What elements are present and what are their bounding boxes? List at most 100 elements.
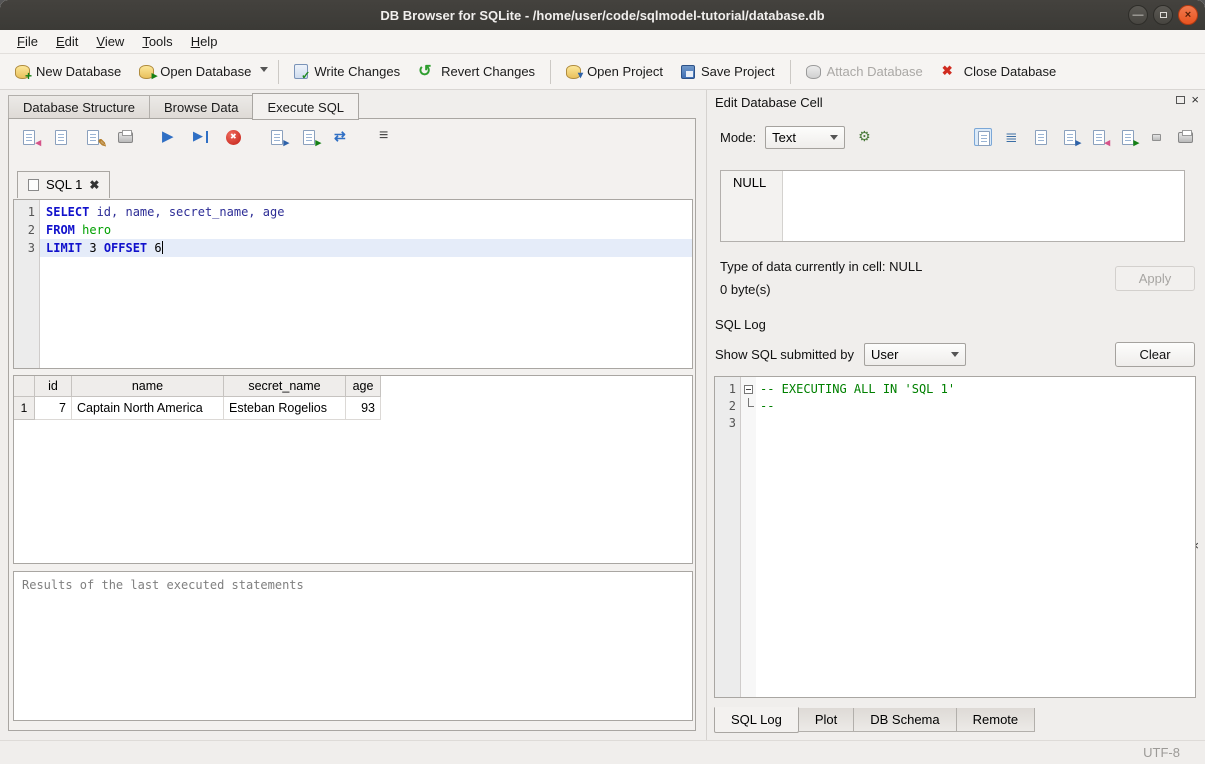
find-replace-icon[interactable]	[333, 129, 351, 146]
mode-select[interactable]: Text	[765, 126, 845, 149]
open-database-icon	[139, 65, 154, 79]
row-number: 1	[14, 397, 35, 420]
revert-changes-button[interactable]: Revert Changes	[409, 59, 544, 85]
cell-id[interactable]: 7	[35, 397, 72, 420]
edit-cell-title: Edit Database Cell	[715, 95, 823, 110]
fold-marker-icon[interactable]	[744, 385, 753, 394]
sql-file-tab[interactable]: SQL 1 ✖	[17, 171, 110, 198]
tab-sql-log[interactable]: SQL Log	[714, 707, 799, 733]
text-cursor	[162, 241, 163, 254]
tab-database-structure[interactable]: Database Structure	[8, 95, 149, 119]
log-line-1: -- EXECUTING ALL IN 'SQL 1'	[756, 381, 1195, 398]
db-browser-window: DB Browser for SQLite - /home/user/code/…	[0, 0, 1205, 764]
import-data-icon[interactable]	[857, 128, 875, 146]
corner-cell	[14, 376, 35, 397]
open-project-button[interactable]: Open Project	[557, 59, 672, 84]
save-project-button[interactable]: Save Project	[672, 59, 784, 84]
menu-edit[interactable]: Edit	[47, 31, 87, 52]
menu-tools[interactable]: Tools	[133, 31, 181, 52]
execute-all-icon[interactable]	[161, 129, 179, 146]
tab-execute-sql[interactable]: Execute SQL	[252, 93, 359, 120]
maximize-icon	[1160, 12, 1167, 18]
close-button[interactable]: ×	[1178, 5, 1198, 25]
close-sql-tab-icon[interactable]: ✖	[89, 178, 99, 192]
apply-button[interactable]: Apply	[1115, 266, 1195, 291]
cell-value: NULL	[721, 171, 783, 241]
table-row[interactable]: 1 7 Captain North America Esteban Rogeli…	[14, 397, 382, 420]
cell-secret-name[interactable]: Esteban Rogelios	[224, 397, 346, 420]
sql-document-icon	[28, 179, 39, 191]
close-database-button[interactable]: Close Database	[932, 59, 1066, 85]
menu-file[interactable]: File	[8, 31, 47, 52]
save-sql-as-icon[interactable]	[85, 129, 103, 146]
menu-view[interactable]: View	[87, 31, 133, 52]
line-number: 2	[14, 221, 35, 239]
close-dock-icon[interactable]: ×	[1191, 95, 1199, 105]
log-content: -- EXECUTING ALL IN 'SQL 1' --	[756, 377, 1195, 697]
fold-margin	[741, 377, 756, 697]
left-pane: Database Structure Browse Data Execute S…	[0, 90, 706, 740]
print-icon[interactable]	[117, 129, 135, 146]
save-project-icon	[681, 65, 695, 79]
open-sql-tab-icon[interactable]	[301, 129, 319, 146]
tab-plot[interactable]: Plot	[799, 708, 854, 732]
revert-changes-icon	[418, 64, 435, 80]
new-database-icon	[15, 65, 30, 79]
tab-browse-data[interactable]: Browse Data	[149, 95, 252, 119]
stop-icon[interactable]	[225, 129, 243, 146]
bottom-tab-bar: SQL Log Plot DB Schema Remote	[714, 708, 1035, 733]
mode-label: Mode:	[720, 130, 756, 145]
execute-sql-panel: SQL 1 ✖ 1 2 3 SELECT id, name, secret_na…	[8, 118, 696, 731]
results-message-box: Results of the last executed statements	[13, 571, 693, 721]
clear-log-button[interactable]: Clear	[1115, 342, 1195, 367]
sql-editor[interactable]: 1 2 3 SELECT id, name, secret_name, age …	[13, 199, 693, 369]
print-cell-icon[interactable]	[1177, 128, 1195, 146]
new-database-button[interactable]: New Database	[6, 59, 130, 84]
right-pane: Edit Database Cell × Mode: Text	[706, 90, 1205, 740]
sql-log-title: SQL Log	[715, 317, 766, 332]
minimize-button[interactable]: —	[1128, 5, 1148, 25]
float-dock-icon[interactable]	[1176, 96, 1185, 104]
submitted-by-select[interactable]: User	[864, 343, 966, 366]
main-toolbar: New Database Open Database Write Changes…	[0, 54, 1205, 90]
import-cell-icon[interactable]	[1090, 128, 1108, 146]
sql-code: SELECT id, name, secret_name, age FROM h…	[40, 200, 692, 368]
cell-age[interactable]: 93	[346, 397, 381, 420]
sql-log-editor[interactable]: 1 2 3 -- EXECUTING ALL IN 'SQL 1' --	[714, 376, 1196, 698]
line-number-gutter: 1 2 3	[14, 200, 40, 368]
execute-current-line-icon[interactable]	[193, 129, 211, 146]
tab-db-schema[interactable]: DB Schema	[854, 708, 956, 732]
open-database-button[interactable]: Open Database	[130, 59, 260, 84]
format-sql-icon[interactable]	[377, 129, 395, 146]
cell-value-editor[interactable]: NULL	[720, 170, 1185, 242]
column-header-id[interactable]: id	[35, 376, 72, 397]
close-database-icon	[941, 64, 958, 80]
cell-name[interactable]: Captain North America	[72, 397, 224, 420]
tab-remote[interactable]: Remote	[957, 708, 1036, 732]
indent-icon[interactable]	[1003, 128, 1021, 146]
new-sql-tab-icon[interactable]	[269, 129, 287, 146]
sql-log-dock-header: SQL Log ×	[707, 314, 1205, 334]
copy-cell-icon[interactable]	[1032, 128, 1050, 146]
results-grid[interactable]: id name secret_name age 1 7 Captain Nort…	[13, 375, 693, 564]
export-cell-icon[interactable]	[1119, 128, 1137, 146]
menu-help[interactable]: Help	[182, 31, 227, 52]
attach-database-button[interactable]: Attach Database	[797, 59, 932, 84]
set-null-icon[interactable]	[1148, 128, 1166, 146]
fold-connector	[748, 398, 754, 407]
save-sql-file-icon[interactable]	[53, 129, 71, 146]
column-header-age[interactable]: age	[346, 376, 381, 397]
save-cell-icon[interactable]	[1061, 128, 1079, 146]
open-sql-file-icon[interactable]	[21, 129, 39, 146]
write-changes-button[interactable]: Write Changes	[285, 59, 409, 84]
column-header-secret-name[interactable]: secret_name	[224, 376, 346, 397]
open-database-dropdown[interactable]	[260, 67, 272, 76]
column-header-name[interactable]: name	[72, 376, 224, 397]
sql-line-3: LIMIT 3 OFFSET 6	[40, 239, 692, 257]
line-number: 2	[715, 398, 736, 415]
maximize-button[interactable]	[1153, 5, 1173, 25]
chevron-down-icon	[830, 135, 838, 140]
write-changes-icon	[294, 64, 308, 79]
sql-tab-bar: SQL 1 ✖	[17, 171, 110, 198]
text-mode-icon[interactable]	[974, 128, 992, 146]
